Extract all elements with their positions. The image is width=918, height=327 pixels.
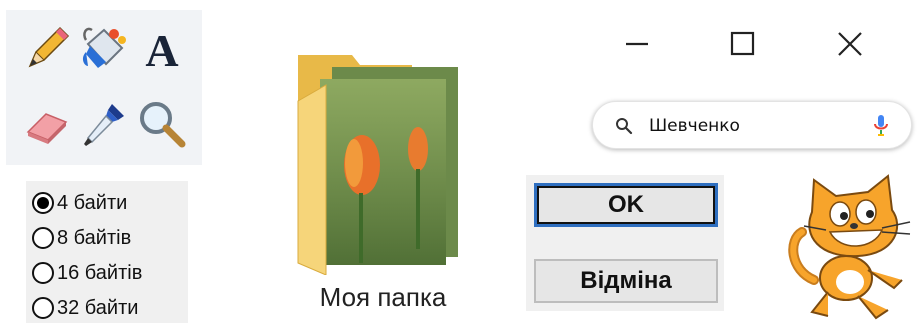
radio-label: 16 байтів [57,261,143,284]
radio-button[interactable] [32,297,54,319]
radio-option-4-bytes[interactable]: 4 байти [32,188,127,218]
search-icon [616,118,633,135]
color-picker-icon[interactable] [78,98,130,150]
radio-option-32-bytes[interactable]: 32 байти [32,293,138,323]
cancel-button[interactable]: Відміна [534,259,718,303]
radio-button-checked[interactable] [32,192,54,214]
microphone-icon[interactable] [873,114,889,138]
maximize-icon[interactable] [722,24,762,64]
dialog-buttons: OK Відміна [526,175,724,311]
search-input[interactable]: Шевченко [649,116,740,136]
radio-option-8-bytes[interactable]: 8 байтів [32,223,131,253]
pencil-icon[interactable] [22,22,74,74]
radio-group: 4 байти 8 байтів 16 байтів 32 байти [26,181,188,323]
radio-label: 32 байти [57,296,139,319]
radio-button[interactable] [32,227,54,249]
svg-text:A: A [145,25,178,74]
ok-button[interactable]: OK [534,183,718,227]
folder-icon[interactable] [292,45,472,276]
close-icon[interactable] [830,24,870,64]
search-box[interactable]: Шевченко [592,101,912,149]
tool-palette: A [6,10,202,165]
fill-bucket-icon[interactable] [78,22,130,74]
minimize-icon[interactable] [617,24,657,64]
radio-option-16-bytes[interactable]: 16 байтів [32,258,142,288]
radio-button[interactable] [32,262,54,284]
magnifier-icon[interactable] [136,98,188,150]
scratch-cat-icon [784,170,918,322]
text-icon[interactable]: A [136,22,188,76]
folder-label: Моя папка [319,282,447,312]
radio-label: 8 байтів [57,226,132,249]
radio-label: 4 байти [57,191,128,214]
eraser-icon[interactable] [22,98,74,150]
